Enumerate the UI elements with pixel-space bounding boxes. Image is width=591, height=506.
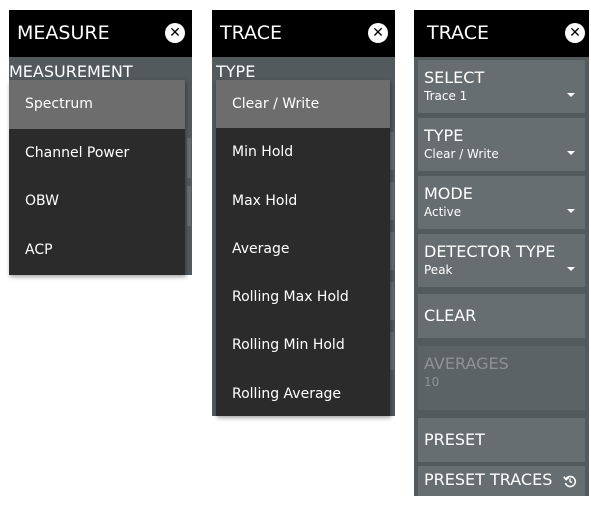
trace-type-title: TRACE <box>220 22 282 44</box>
measure-header: MEASURE ✕ <box>9 10 192 57</box>
measure-title: MEASURE <box>17 22 110 44</box>
detector-type-dropdown[interactable]: DETECTOR TYPE Peak <box>418 234 585 287</box>
averages-value: 10 <box>424 375 440 389</box>
detector-type-label: DETECTOR TYPE <box>424 242 556 261</box>
type-label: TYPE <box>424 126 464 145</box>
option-max-hold[interactable]: Max Hold <box>216 177 390 225</box>
clear-label: CLEAR <box>424 306 477 325</box>
type-dropdown-list: Clear / Write Min Hold Max Hold Average … <box>216 80 390 416</box>
preset-detectors-button[interactable]: PRESET DETECTORS <box>418 418 585 493</box>
chevron-down-icon <box>567 267 575 271</box>
trace-type-panel: TRACE ✕ TYPE Clear / Write Min Hold Max … <box>212 10 395 416</box>
trace-type-header: TRACE ✕ <box>212 10 395 57</box>
option-clear-write[interactable]: Clear / Write <box>216 80 390 129</box>
detector-type-value: Peak <box>424 263 453 277</box>
select-value: Trace 1 <box>424 89 468 103</box>
option-channel-power[interactable]: Channel Power <box>9 129 185 178</box>
measurement-dropdown-list: Spectrum Channel Power OBW ACP <box>9 80 185 275</box>
trace-button-edge <box>390 182 394 220</box>
option-rolling-average[interactable]: Rolling Average <box>216 370 390 418</box>
trace-button-edge <box>390 332 394 370</box>
option-obw[interactable]: OBW <box>9 177 185 226</box>
mode-dropdown[interactable]: MODE Active <box>418 176 585 229</box>
trace-header: TRACE ✕ <box>414 10 589 57</box>
chevron-down-icon <box>567 151 575 155</box>
type-section-label: TYPE <box>216 62 256 81</box>
reset-icon <box>563 475 577 488</box>
close-icon[interactable]: ✕ <box>565 23 585 43</box>
averages-field: AVERAGES 10 <box>418 346 585 410</box>
mode-label: MODE <box>424 184 473 203</box>
measure-panel: MEASURE ✕ MEASUREMENT Spectrum Channel P… <box>9 10 192 275</box>
trace-panel: TRACE ✕ SELECT Trace 1 TYPE Clear / Writ… <box>414 10 589 496</box>
select-label: SELECT <box>424 68 485 87</box>
trace-title: TRACE <box>427 22 489 44</box>
option-average[interactable]: Average <box>216 225 390 273</box>
chevron-down-icon <box>567 209 575 213</box>
type-value: Clear / Write <box>424 147 499 161</box>
option-acp[interactable]: ACP <box>9 226 185 275</box>
trace-button-edge <box>390 232 394 270</box>
preset-traces-button[interactable]: PRESET TRACES <box>418 466 585 496</box>
measurement-section-label: MEASUREMENT <box>9 62 133 81</box>
clear-button[interactable]: CLEAR <box>418 294 585 338</box>
mode-value: Active <box>424 205 462 219</box>
averages-label: AVERAGES <box>424 354 509 373</box>
trace-button-edge <box>390 132 394 170</box>
option-min-hold[interactable]: Min Hold <box>216 128 390 176</box>
option-rolling-min-hold[interactable]: Rolling Min Hold <box>216 321 390 369</box>
select-dropdown[interactable]: SELECT Trace 1 <box>418 60 585 113</box>
type-dropdown[interactable]: TYPE Clear / Write <box>418 118 585 171</box>
measure-button-edge <box>187 186 191 226</box>
preset-traces-label: PRESET TRACES <box>424 470 553 489</box>
option-rolling-max-hold[interactable]: Rolling Max Hold <box>216 273 390 321</box>
close-icon[interactable]: ✕ <box>165 23 185 43</box>
option-spectrum[interactable]: Spectrum <box>9 80 185 129</box>
chevron-down-icon <box>567 93 575 97</box>
close-icon[interactable]: ✕ <box>368 23 388 43</box>
measure-button-edge <box>187 138 191 178</box>
trace-button-edge <box>390 282 394 320</box>
